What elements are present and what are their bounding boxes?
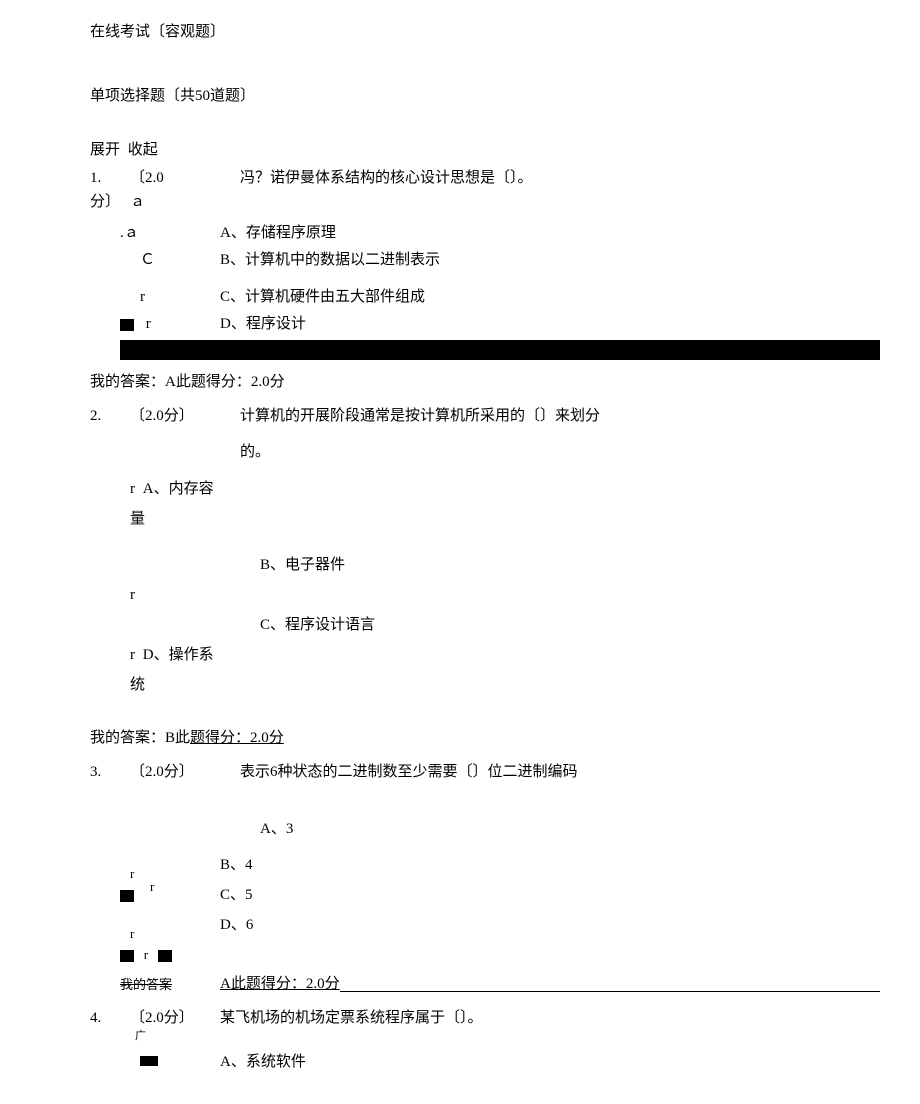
q2-option-b-text: B、电子器件 xyxy=(260,550,345,580)
q2-stem-continued: 的。 xyxy=(240,440,920,464)
q2-stem: 计算机的开展阶段通常是按计算机所采用的〔〕来划分 xyxy=(240,404,600,428)
q1-option-c-text: C、计算机硬件由五大部件组成 xyxy=(220,284,425,311)
q3-number: 3. xyxy=(90,760,130,784)
black-marker-icon xyxy=(120,890,134,902)
q2-options: r A、内存容量 B、电子器件 r C、程序设计语言 r D、操作系统 xyxy=(90,474,920,700)
q1-option-b-text: B、计算机中的数据以二进制表示 xyxy=(220,247,440,274)
q2-score: 〔2.0分〕 xyxy=(130,404,240,428)
q3-stem: 表示6种状态的二进制数至少需要〔〕位二进制编码 xyxy=(240,760,578,784)
q3-option-b-text: B、4 xyxy=(220,850,253,880)
q3-score: 〔2.0分〕 xyxy=(130,760,240,784)
q1-options: .ａ A、存储程序原理 Ｃ B、计算机中的数据以二进制表示 r C、计算机硬件由… xyxy=(90,220,920,338)
q4-number: 4. xyxy=(90,1006,130,1030)
expand-link[interactable]: 展开 xyxy=(90,142,120,158)
q1-stem: 冯？诺伊曼体系结构的核心设计思想是〔〕。 xyxy=(240,166,533,190)
q3-options: A、3 r B、4 r C、5 r D、6 r xyxy=(90,814,920,970)
q1-option-a-text: A、存储程序原理 xyxy=(220,220,336,247)
expand-collapse-controls: 展开 收起 xyxy=(90,138,920,162)
q1-marker-a: ａ xyxy=(130,190,150,214)
question-2: 2. 〔2.0分〕 计算机的开展阶段通常是按计算机所采用的〔〕来划分 的。 r … xyxy=(90,404,920,700)
q3-answer-strike: 我的答案 xyxy=(90,975,220,996)
q1-option-d-text: D、程序设计 xyxy=(220,311,306,338)
q1-number: 1. xyxy=(90,166,130,190)
q1-radio-a[interactable]: .ａ xyxy=(90,220,220,247)
q2-radio-b-marker[interactable]: r xyxy=(90,580,220,610)
q3-answer: 我的答案 A此题得分：2.0分 xyxy=(90,972,920,996)
black-marker-icon xyxy=(120,319,134,331)
q4-score: 〔2.0分〕 xyxy=(130,1006,220,1030)
black-marker-icon xyxy=(158,950,172,962)
q3-answer-text: A此题得分：2.0分 xyxy=(220,972,340,996)
radio-empty-icon: 广 xyxy=(135,1028,146,1046)
underline-ext xyxy=(340,991,880,992)
q2-number: 2. xyxy=(90,404,130,428)
q1-score-open: 〔2.0 xyxy=(130,166,240,190)
q1-radio-b[interactable]: Ｃ xyxy=(90,247,220,274)
q1-answer: 我的答案：A此题得分：2.0分 xyxy=(90,370,920,394)
q1-radio-d[interactable]: r xyxy=(90,311,220,338)
question-4: 4. 〔2.0分〕 某飞机场的机场定票系统程序属于〔〕。 广 A、系统软件 xyxy=(90,1006,920,1074)
q1-radio-c[interactable]: r xyxy=(90,284,220,311)
q2-radio-d[interactable]: r D、操作系统 xyxy=(90,640,220,700)
exam-title: 在线考试〔容观题〕 xyxy=(90,20,920,44)
black-marker-icon xyxy=(120,950,134,962)
q3-radio-c[interactable]: r xyxy=(90,880,220,910)
q4-options: 广 A、系统软件 xyxy=(90,1050,920,1074)
section-header: 单项选择题〔共50道题〕 xyxy=(90,84,920,108)
q2-radio-a[interactable]: r A、内存容量 xyxy=(90,474,220,534)
q2-option-a-text: A、内存容量 xyxy=(130,481,214,527)
question-3: 3. 〔2.0分〕 表示6种状态的二进制数至少需要〔〕位二进制编码 A、3 r … xyxy=(90,760,920,996)
collapse-link[interactable]: 收起 xyxy=(128,142,158,158)
q4-option-a-text: A、系统软件 xyxy=(220,1050,306,1074)
q2-answer: 我的答案：B此题得分：2.0分 xyxy=(90,726,920,750)
q1-score-close: 分〕 xyxy=(90,190,130,214)
q3-option-d-text: D、6 xyxy=(220,910,253,940)
black-marker-icon xyxy=(140,1056,158,1066)
q2-option-d-text: D、操作系统 xyxy=(130,647,214,693)
q4-stem: 某飞机场的机场定票系统程序属于〔〕。 xyxy=(220,1006,483,1030)
q4-radio-a[interactable]: 广 xyxy=(90,1050,220,1074)
black-bar xyxy=(120,340,880,360)
q3-option-c-text: C、5 xyxy=(220,880,253,910)
q3-option-a-text: A、3 xyxy=(260,814,293,844)
q3-extra-markers: r xyxy=(90,940,220,970)
question-1: 1. 〔2.0 冯？诺伊曼体系结构的核心设计思想是〔〕。 分〕 ａ .ａ A、存… xyxy=(90,166,920,360)
q2-option-c-text: C、程序设计语言 xyxy=(260,610,375,640)
